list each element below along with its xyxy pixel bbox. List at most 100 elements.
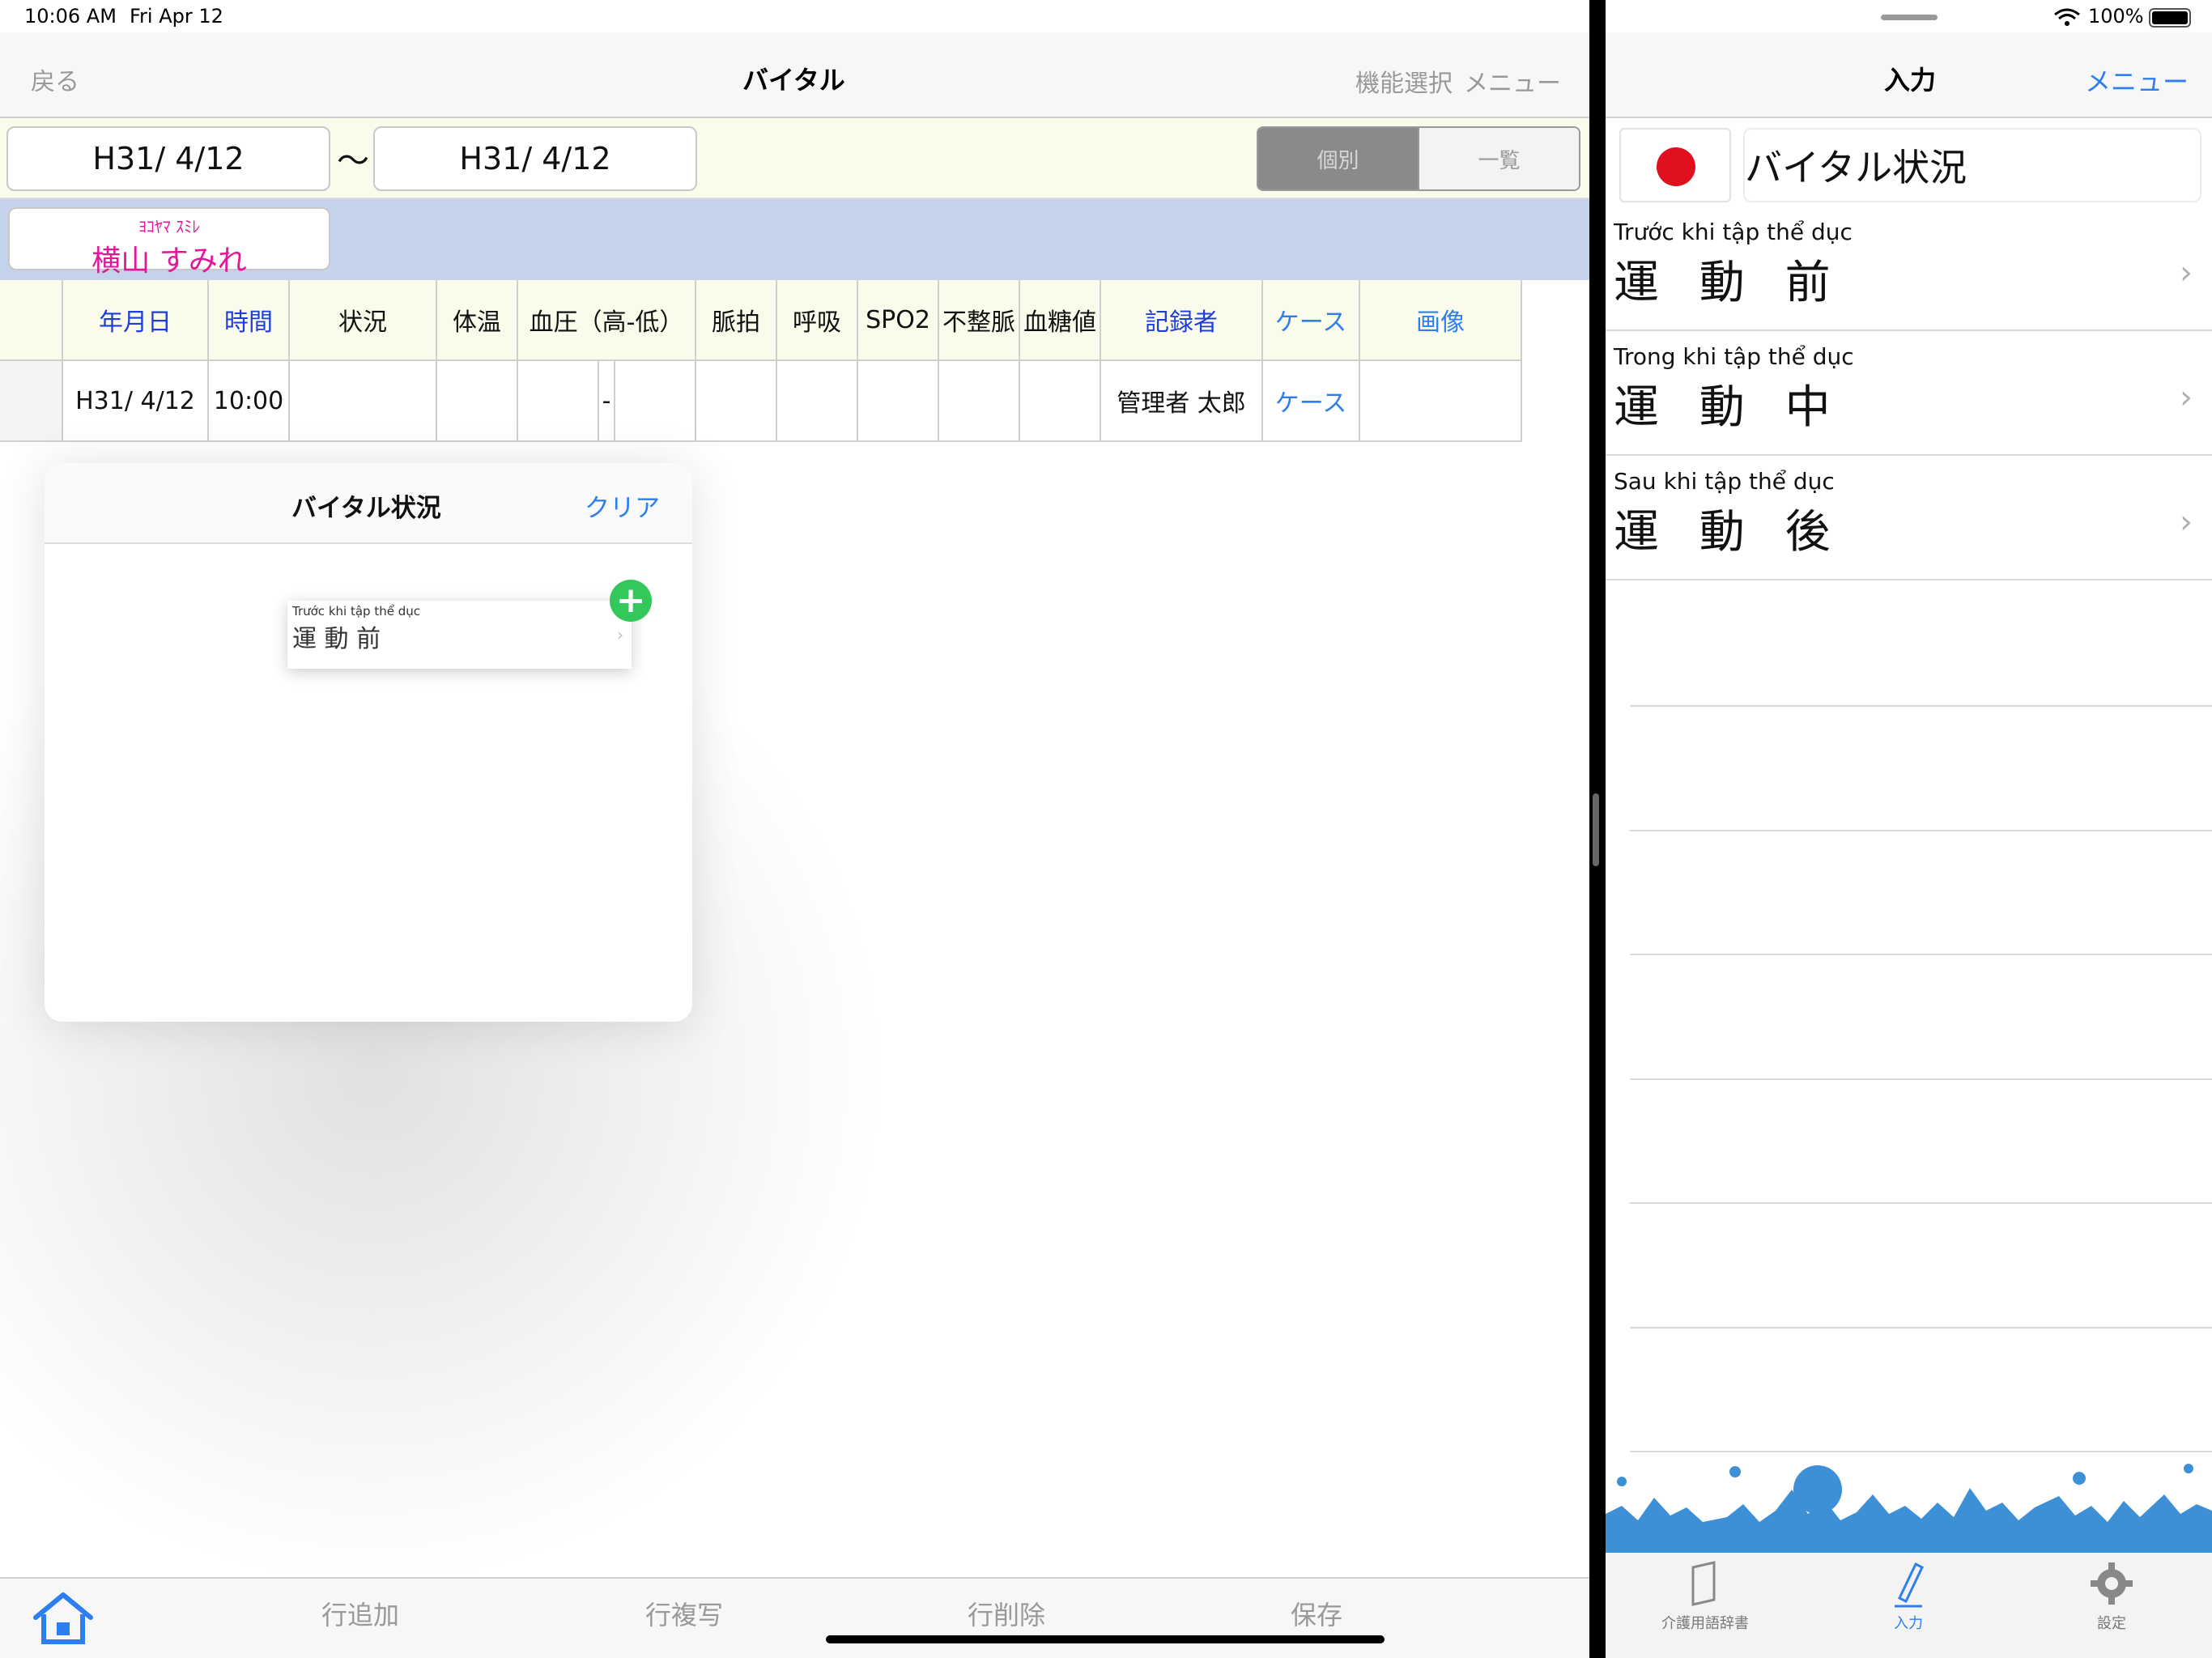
cell-image[interactable] (1360, 361, 1522, 442)
header-respiration: 呼吸 (777, 280, 858, 361)
header-blood-pressure: 血圧（高-低） (518, 280, 696, 361)
function-select-button[interactable]: 機能選択 (1355, 63, 1453, 99)
header-temperature: 体温 (437, 280, 518, 361)
cell-bp-high[interactable] (518, 361, 599, 442)
cell-arrhythmia[interactable] (939, 361, 1020, 442)
list-separator (1630, 830, 2212, 831)
chevron-right-icon: › (617, 625, 623, 644)
header-image[interactable]: 画像 (1360, 280, 1522, 361)
vital-status-popover: バイタル状況 クリア Trước khi tập thể dục 運 動 前 ›… (45, 463, 692, 1022)
popover-header: バイタル状況 クリア (45, 463, 692, 544)
add-row-button[interactable]: 行追加 (321, 1595, 399, 1632)
date-from-field[interactable]: H31/ 4/12 (6, 126, 330, 191)
chevron-right-icon: › (2180, 504, 2193, 541)
cell-date[interactable]: H31/ 4/12 (63, 361, 209, 442)
tab-input[interactable]: 入力 (1836, 1559, 1981, 1633)
header-case[interactable]: ケース (1263, 280, 1360, 361)
chevron-right-icon: › (2180, 379, 2193, 416)
range-tilde: 〜 (337, 142, 369, 180)
cell-status[interactable] (290, 361, 437, 442)
cell-bp-low[interactable] (615, 361, 696, 442)
tab-settings[interactable]: 設定 (2039, 1559, 2184, 1633)
battery-percent: 100% (2088, 5, 2144, 28)
cell-spo2[interactable] (858, 361, 939, 442)
view-segmented-control: 個別 一覧 (1257, 126, 1580, 191)
list-separator (1630, 1078, 2212, 1080)
header-date[interactable]: 年月日 (63, 280, 209, 361)
right-nav-bar: 入力 メニュー (1606, 32, 2212, 118)
chevron-right-icon: › (2180, 254, 2193, 291)
copy-row-button[interactable]: 行複写 (645, 1595, 723, 1632)
header-blood-sugar: 血糖値 (1020, 280, 1101, 361)
status-time: 10:06 AM (24, 5, 117, 28)
cell-respiration[interactable] (777, 361, 858, 442)
header-recorder[interactable]: 記録者 (1101, 280, 1263, 361)
segment-individual[interactable]: 個別 (1258, 128, 1419, 189)
menu-button[interactable]: メニュー (1464, 63, 1561, 99)
filter-bar: H31/ 4/12 〜 H31/ 4/12 個別 一覧 (0, 118, 1589, 199)
dragged-item-jp: 運 動 前 (292, 625, 381, 653)
popover-title: バイタル状況 (291, 494, 441, 523)
right-pane: 100% 入力 メニュー バイタル状況 Trước khi tập thể dụ… (1606, 0, 2212, 1658)
date-to-field[interactable]: H31/ 4/12 (373, 126, 697, 191)
right-tab-bar: 介護用語辞書 入力 設定 (1606, 1553, 2212, 1658)
clear-button[interactable]: クリア (585, 487, 660, 524)
list-separator (1630, 1451, 2212, 1452)
table-header-blank (0, 280, 63, 361)
list-item-jp: 運 動 中 (1614, 381, 1844, 434)
add-plus-icon: + (610, 580, 652, 622)
header-pulse: 脈拍 (696, 280, 777, 361)
resident-card[interactable]: ﾖｺﾔﾏ ｽﾐﾚ 横山 すみれ (8, 207, 330, 278)
book-icon (1632, 1559, 1778, 1612)
list-item-jp: 運 動 後 (1614, 506, 1844, 559)
cell-case-link[interactable]: ケース (1263, 361, 1360, 442)
left-pane: 10:06 AM Fri Apr 12 戻る バイタル 機能選択 メニュー H3… (0, 0, 1589, 1658)
gear-icon (2039, 1559, 2184, 1612)
list-item[interactable]: Sau khi tập thể dục 運 動 後 › (1606, 457, 2212, 580)
cell-temperature[interactable] (437, 361, 518, 442)
resident-name: 横山 すみれ (91, 244, 247, 278)
home-icon[interactable] (31, 1590, 96, 1650)
tab-dictionary[interactable]: 介護用語辞書 (1632, 1559, 1778, 1633)
cell-recorder[interactable]: 管理者 太郎 (1101, 361, 1263, 442)
battery-icon (2149, 8, 2191, 28)
header-arrhythmia: 不整脈 (939, 280, 1020, 361)
header-status: 状況 (290, 280, 437, 361)
cell-blood-sugar[interactable] (1020, 361, 1101, 442)
cell-time[interactable]: 10:00 (209, 361, 290, 442)
right-menu-button[interactable]: メニュー (2085, 62, 2189, 99)
list-separator (1630, 954, 2212, 955)
tab-input-label: 入力 (1894, 1615, 1923, 1632)
list-item-jp: 運 動 前 (1614, 257, 1844, 309)
popover-arrow (356, 444, 395, 463)
tab-dictionary-label: 介護用語辞書 (1661, 1615, 1749, 1632)
list-separator (1630, 705, 2212, 707)
tab-settings-label: 設定 (2097, 1615, 2126, 1632)
list-separator (1630, 1202, 2212, 1204)
town-illustration-banner (1606, 1457, 2212, 1553)
input-text-field[interactable]: バイタル状況 (1743, 128, 2201, 202)
nav-bar: 戻る バイタル 機能選択 メニュー (0, 32, 1589, 118)
dragged-list-item[interactable]: Trước khi tập thể dục 運 動 前 › (287, 601, 632, 669)
row-selector[interactable] (0, 361, 63, 442)
cell-pulse[interactable] (696, 361, 777, 442)
list-separator (1630, 1327, 2212, 1329)
home-indicator[interactable] (826, 1635, 1385, 1643)
segment-list[interactable]: 一覧 (1419, 128, 1579, 189)
window-grabber[interactable] (1881, 15, 1938, 20)
back-button[interactable]: 戻る (31, 62, 79, 97)
list-item[interactable]: Trước khi tập thể dục 運 動 前 › (1606, 207, 2212, 331)
input-row: バイタル状況 (1606, 118, 2212, 207)
japan-flag-button[interactable] (1619, 128, 1731, 202)
save-button[interactable]: 保存 (1291, 1595, 1342, 1632)
right-nav-title: 入力 (1884, 65, 1937, 96)
list-item-vi: Trước khi tập thể dục (1614, 219, 1853, 245)
header-time[interactable]: 時間 (209, 280, 290, 361)
delete-row-button[interactable]: 行削除 (968, 1595, 1045, 1632)
split-view-divider-handle[interactable] (1593, 793, 1599, 866)
dragged-item-vi: Trước khi tập thể dục (292, 604, 420, 619)
status-date: Fri Apr 12 (130, 5, 223, 28)
japan-flag-icon (1657, 147, 1695, 186)
header-spo2: SPO2 (858, 280, 939, 361)
list-item[interactable]: Trong khi tập thể dục 運 動 中 › (1606, 332, 2212, 456)
